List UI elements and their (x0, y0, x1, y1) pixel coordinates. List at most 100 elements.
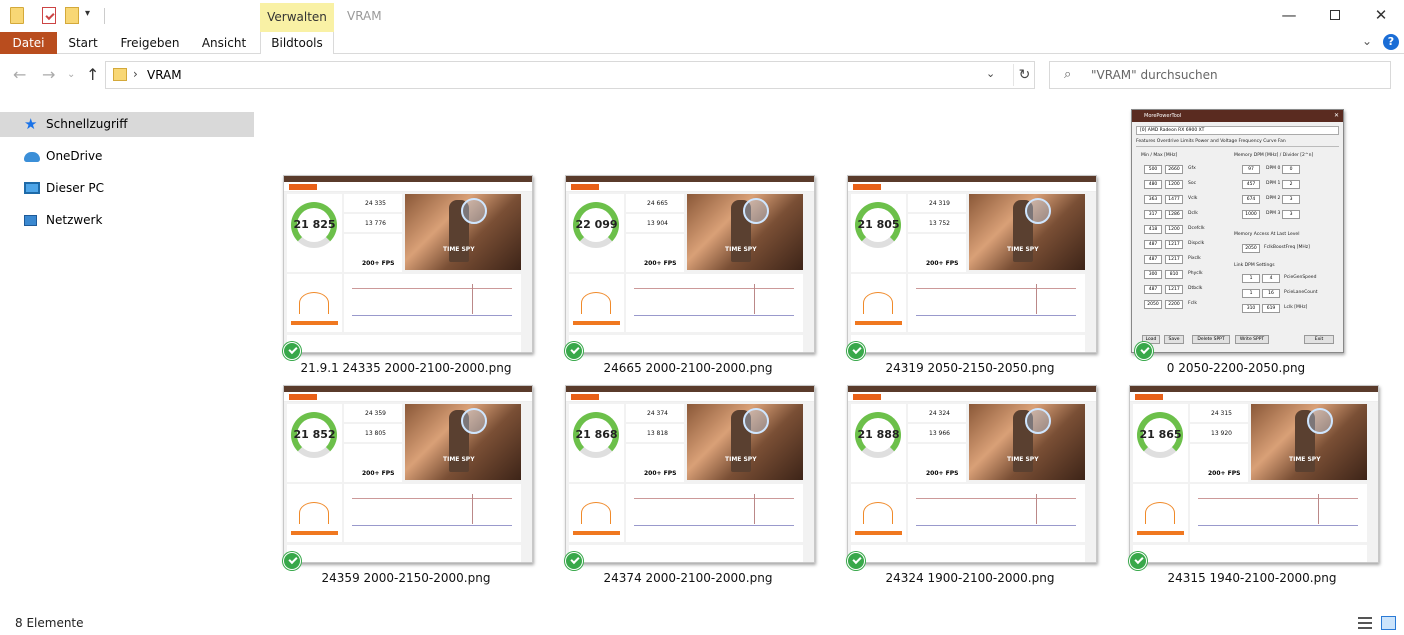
thumb-link-header: Link DPM Settings (1234, 263, 1275, 268)
thumb-cell: 1 (1242, 274, 1260, 283)
system-information (851, 335, 1085, 352)
refresh-button[interactable]: ↻ (1013, 64, 1035, 86)
thumb-fps: 200+ FPS (362, 260, 395, 267)
thumb-label: Lclk [MHz] (1284, 305, 1308, 310)
thumb-cell: 1217 (1165, 240, 1183, 249)
thumb-cell: 1217 (1165, 255, 1183, 264)
sidebar-item-schnellzugriff[interactable]: ★ Schnellzugriff (0, 112, 254, 137)
tab-ansicht[interactable]: Ansicht (197, 32, 251, 54)
back-button[interactable]: ← (13, 65, 26, 84)
file-name: 21.9.1 24335 2000-2100-2000.png (300, 361, 512, 375)
monitoring-spike (472, 284, 473, 314)
monitoring-spike (1036, 284, 1037, 314)
thumb-cell: 500 (1144, 165, 1162, 174)
thumb-cell: 487 (1144, 240, 1162, 249)
cpu-score: 13 966 (908, 424, 966, 442)
thumb-device: [0] AMD Radeon RX 6900 XT (1136, 126, 1339, 135)
monitoring-chart (626, 484, 803, 542)
3dmark-logo (289, 394, 317, 400)
thumb-cell: 1 (1242, 289, 1260, 298)
thumb-score: 22 099 (575, 218, 618, 231)
folder-icon[interactable] (10, 7, 24, 24)
thumb-cell: 480 (1144, 180, 1162, 189)
customize-quick-access-button[interactable]: ▾ (85, 8, 90, 19)
tab-start[interactable]: Start (64, 32, 102, 54)
sync-status-icon (847, 342, 865, 360)
thumb-cell: 1200 (1165, 180, 1183, 189)
thumb-gfx: 24 319 (929, 200, 950, 207)
close-button[interactable]: ✕ (1358, 0, 1404, 32)
thumb-cpu: 13 904 (647, 220, 668, 227)
monitoring-spike (1318, 494, 1319, 524)
recent-locations-button[interactable]: ⌄ (67, 69, 75, 80)
halo (1025, 408, 1051, 434)
thumb-cell: 300 (1144, 270, 1162, 279)
thumb-gfx: 24 324 (929, 410, 950, 417)
system-information (287, 335, 521, 352)
thumb-body: 21 865 24 315 13 920 200+ FPS TIME SPY (1130, 402, 1378, 562)
thumb-dpm-header: Memory DPM [MHz] / Divider [2^n] (1234, 153, 1314, 158)
compare-button (291, 321, 338, 325)
cpu-score: 13 904 (626, 214, 684, 232)
thumb-label: TIME SPY (1007, 456, 1039, 463)
sidebar-item-netzwerk[interactable]: Netzwerk (0, 208, 254, 233)
system-information (569, 335, 803, 352)
forward-button[interactable]: → (42, 65, 55, 84)
score-panel: 21 868 (569, 404, 624, 482)
large-icons-view-icon[interactable] (1381, 616, 1396, 630)
context-tab-verwalten: Verwalten (260, 3, 334, 32)
breadcrumb-separator[interactable]: › (133, 67, 138, 81)
thumb-button: Delete SPPT (1192, 335, 1230, 344)
thumb-label: DPM 3 (1266, 211, 1281, 216)
file-thumbnail: 22 099 24 665 13 904 200+ FPS TIME SPY (565, 175, 815, 353)
address-bar[interactable]: › VRAM ⌄ ↻ (105, 61, 1035, 89)
thumb-score: 21 868 (575, 428, 618, 441)
minimize-button[interactable]: — (1266, 0, 1312, 32)
maximize-button[interactable] (1312, 0, 1358, 32)
thumb-fps: 200+ FPS (926, 260, 959, 267)
thumb-label: TIME SPY (443, 246, 475, 253)
thumb-body: 21 852 24 359 13 805 200+ FPS TIME SPY (284, 402, 532, 562)
tab-datei[interactable]: Datei (0, 32, 57, 54)
time-spy-artwork: TIME SPY (969, 404, 1085, 480)
new-folder-icon[interactable] (65, 7, 79, 24)
address-dropdown-button[interactable]: ⌄ (986, 67, 995, 80)
computer-icon (24, 182, 40, 194)
title-bar: ▾ Verwalten VRAM — ✕ (0, 0, 1404, 32)
properties-icon[interactable] (42, 7, 56, 24)
star-icon: ★ (24, 115, 38, 133)
score-panel: 21 805 (851, 194, 906, 272)
details-view-icon[interactable] (1358, 617, 1372, 629)
thumb-access-header: Memory Access At Last Level (1234, 232, 1300, 237)
file-thumbnail: 21 805 24 319 13 752 200+ FPS TIME SPY (847, 175, 1097, 353)
monitoring-lines (916, 498, 1076, 526)
graphics-score: 24 665 (626, 194, 684, 212)
file-thumbnail: 21 825 24 335 13 776 200+ FPS TIME SPY (283, 175, 533, 353)
thumb-label: DPM 2 (1266, 196, 1281, 201)
thumb-score: 21 825 (293, 218, 336, 231)
compare-button (855, 531, 902, 535)
file-name: 24665 2000-2100-2000.png (603, 361, 773, 375)
thumb-button: Write SPPT (1235, 335, 1269, 344)
thumb-cell: 1000 (1242, 210, 1260, 219)
monitoring-lines (352, 288, 512, 316)
help-icon[interactable]: ? (1383, 34, 1399, 50)
thumb-cell: 418 (1144, 225, 1162, 234)
thumb-cell: 810 (1165, 270, 1183, 279)
tab-bildtools[interactable]: Bildtools (260, 32, 334, 54)
search-input[interactable]: ⌕ "VRAM" durchsuchen (1049, 61, 1391, 89)
sidebar-item-onedrive[interactable]: OneDrive (0, 144, 254, 169)
estimated-performance: 200+ FPS (908, 444, 966, 482)
file-name: 24359 2000-2150-2000.png (321, 571, 491, 585)
sidebar-item-dieser-pc[interactable]: Dieser PC (0, 176, 254, 201)
expand-ribbon-icon[interactable]: ⌄ (1362, 34, 1372, 48)
score-distribution (287, 484, 342, 542)
tab-freigeben[interactable]: Freigeben (116, 32, 184, 54)
breadcrumb-vram[interactable]: VRAM (147, 68, 182, 82)
thumb-label: TIME SPY (725, 246, 757, 253)
3dmark-logo (571, 184, 599, 190)
status-bar: 8 Elemente (0, 612, 1404, 635)
distribution-curve (863, 502, 893, 524)
up-button[interactable]: ↑ (86, 65, 99, 84)
time-spy-artwork: TIME SPY (405, 194, 521, 270)
